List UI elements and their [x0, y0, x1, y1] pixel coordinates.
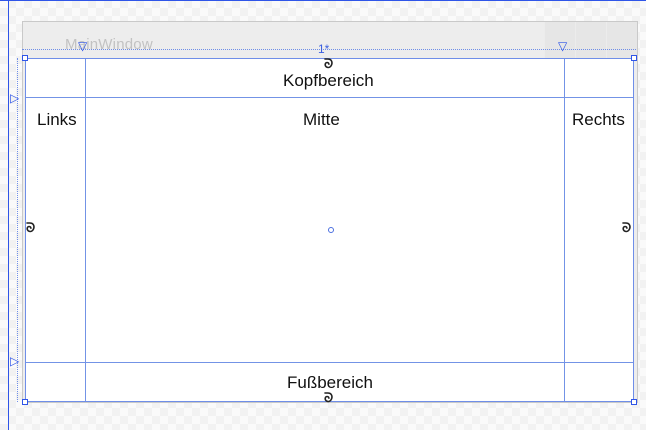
right-label: Rechts: [572, 110, 625, 129]
selection-border-top: [0, 0, 646, 1]
column-marker-icon[interactable]: ▽: [78, 40, 87, 52]
resize-handle-bottom-right[interactable]: [631, 399, 637, 405]
resize-handle-top-right[interactable]: [631, 55, 637, 61]
left-label: Links: [37, 110, 77, 129]
bottom-link-icon[interactable]: ᘐ: [324, 392, 333, 405]
close-button[interactable]: [606, 22, 637, 58]
top-link-icon[interactable]: ᘐ: [324, 58, 333, 71]
center-anchor: [328, 227, 334, 233]
right-link-icon[interactable]: ᘐ: [622, 222, 631, 235]
row-marker-icon[interactable]: ▷: [10, 92, 19, 104]
header-label: Kopfbereich: [283, 71, 374, 90]
center-label: Mitte: [303, 110, 340, 129]
maximize-button[interactable]: [575, 22, 606, 58]
column-marker-icon[interactable]: ▽: [558, 40, 567, 52]
grid-container[interactable]: Kopfbereich Links Mitte Rechts Fußbereic…: [25, 58, 634, 402]
resize-handle-bottom-left[interactable]: [22, 399, 28, 405]
row-divider-footer[interactable]: [26, 362, 633, 363]
resize-handle-top-left[interactable]: [22, 55, 28, 61]
left-link-icon[interactable]: ᘐ: [26, 222, 35, 235]
row-divider-header[interactable]: [26, 97, 633, 98]
selection-border-left: [8, 0, 9, 430]
row-ruler: [17, 58, 18, 402]
column-divider-right[interactable]: [564, 59, 565, 401]
column-divider-left[interactable]: [85, 59, 86, 401]
footer-label: Fußbereich: [287, 373, 373, 392]
column-width-label[interactable]: 1*: [318, 42, 329, 56]
row-marker-icon[interactable]: ▷: [10, 355, 19, 367]
